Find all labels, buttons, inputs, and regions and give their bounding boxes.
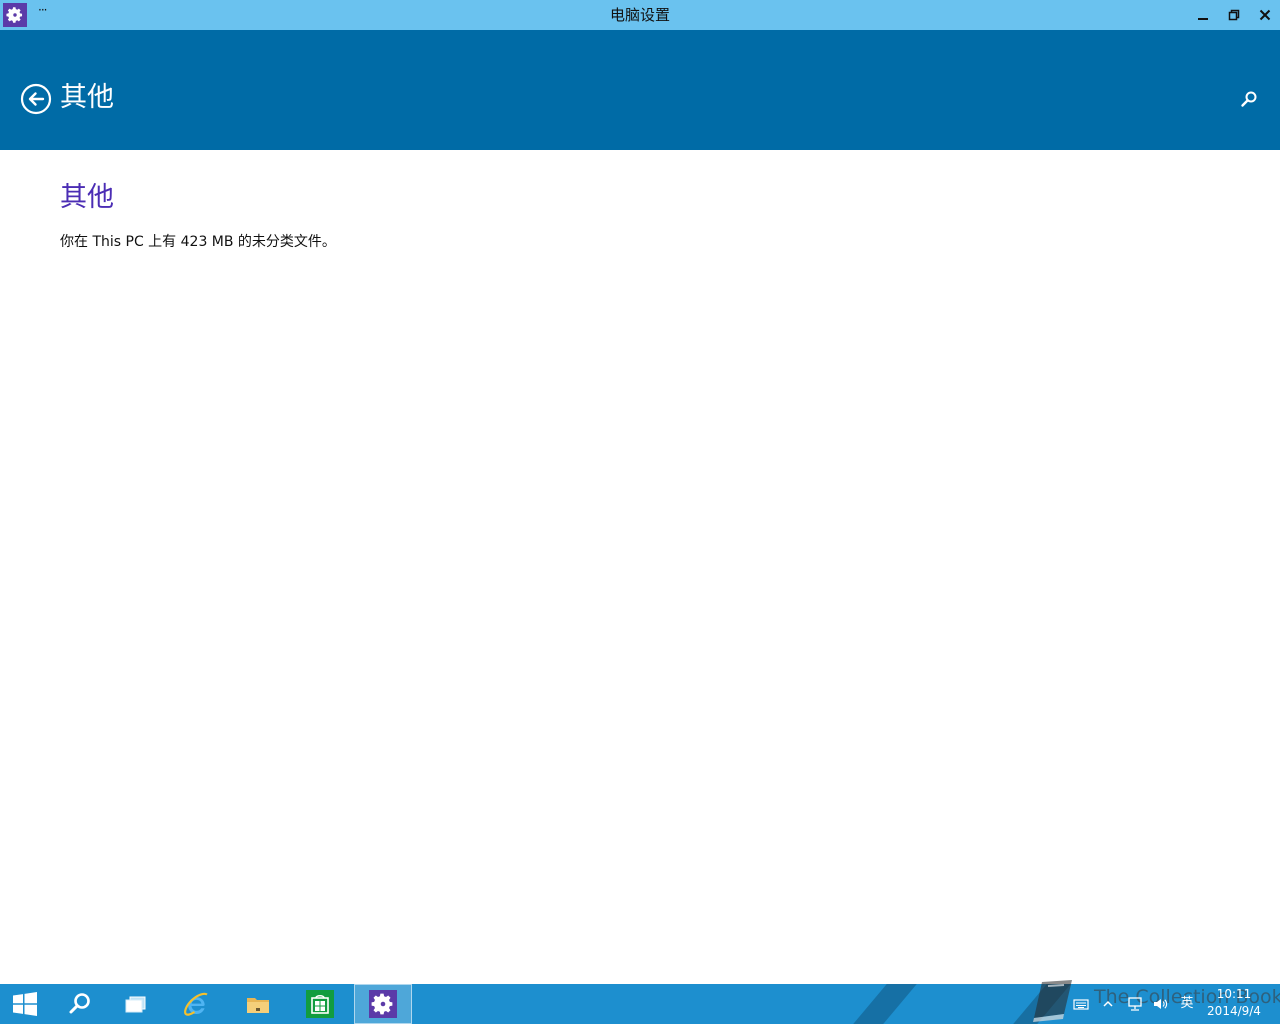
task-view-icon (125, 996, 146, 1013)
windows-logo-icon (13, 992, 37, 1016)
window-title: 电脑设置 (609, 6, 670, 24)
title-bar: ··· 电脑设置 (0, 0, 1280, 30)
taskbar-search-button[interactable] (52, 984, 108, 1024)
input-method-indicator[interactable]: 英 (1176, 994, 1198, 1014)
store-icon (306, 990, 334, 1018)
app-commands-menu-button[interactable]: ··· (38, 3, 48, 17)
network-icon (1128, 997, 1142, 1011)
task-view-button[interactable] (108, 984, 164, 1024)
clock-date: 2014/9/4 (1207, 1004, 1261, 1018)
store-button[interactable] (292, 984, 348, 1024)
volume-button[interactable] (1150, 994, 1170, 1014)
touch-keyboard-button[interactable] (1071, 994, 1091, 1014)
file-explorer-button[interactable] (230, 984, 286, 1024)
network-button[interactable] (1125, 994, 1145, 1014)
pc-settings-taskbar-button[interactable] (354, 984, 412, 1024)
restore-button[interactable] (1219, 0, 1249, 30)
close-button[interactable] (1250, 0, 1280, 30)
show-hidden-icons-button[interactable] (1098, 994, 1118, 1014)
search-icon (69, 993, 90, 1014)
page-title: 其他 (60, 82, 114, 113)
close-icon (1259, 9, 1271, 21)
clock[interactable]: 10:11 2014/9/4 (1202, 986, 1266, 1024)
settings-gear-icon[interactable] (3, 3, 27, 27)
back-arrow-icon (20, 83, 52, 115)
back-button[interactable] (20, 83, 52, 115)
page-header: 其他 (0, 30, 1280, 150)
uncategorized-files-description: 你在 This PC 上有 423 MB 的未分类文件。 (60, 234, 336, 250)
chevron-up-icon (1103, 1000, 1113, 1007)
speaker-icon (1154, 999, 1168, 1009)
search-icon (1241, 91, 1257, 107)
keyboard-icon (1073, 999, 1089, 1010)
minimize-icon (1198, 18, 1208, 20)
minimize-button[interactable] (1188, 0, 1218, 30)
clock-time: 10:11 (1216, 987, 1252, 1001)
start-button[interactable] (0, 984, 50, 1024)
section-heading: 其他 (60, 182, 114, 213)
taskbar-decoration (1013, 984, 1071, 1024)
settings-gear-icon (369, 990, 397, 1018)
internet-explorer-icon (184, 992, 208, 1016)
search-button[interactable] (1240, 90, 1260, 110)
internet-explorer-button[interactable] (168, 984, 224, 1024)
taskbar-decoration (853, 984, 917, 1024)
restore-icon (1228, 9, 1240, 21)
folder-icon (247, 998, 269, 1013)
